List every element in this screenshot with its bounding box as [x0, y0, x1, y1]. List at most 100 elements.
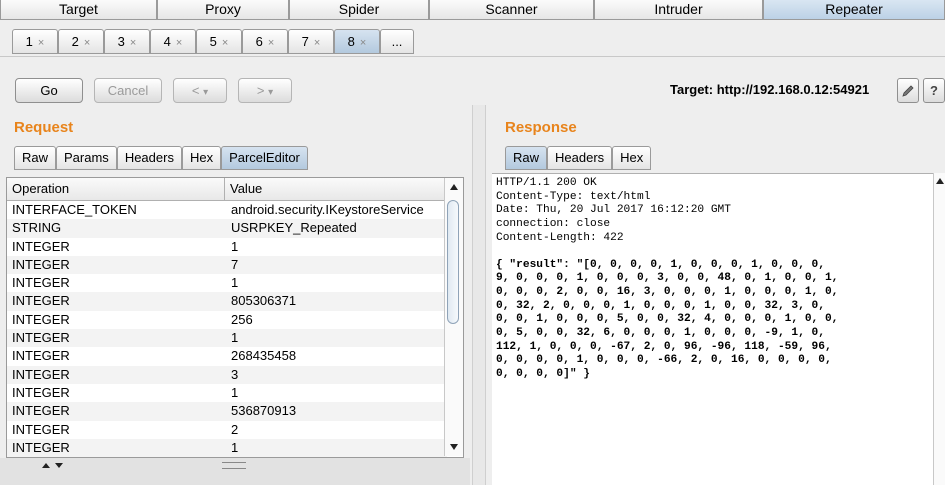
operation-cell[interactable]: INTEGER	[7, 292, 225, 310]
more-tabs-button[interactable]: ...	[380, 29, 414, 54]
value-cell[interactable]: 256	[225, 311, 253, 329]
repeater-tab-5[interactable]: 5 ×	[196, 29, 242, 54]
scrollbar-thumb[interactable]	[447, 200, 459, 324]
value-cell[interactable]: 1	[225, 439, 238, 457]
table-row[interactable]: STRING USRPKEY_Repeated	[7, 219, 447, 238]
forward-button[interactable]: > ▾	[238, 78, 292, 103]
scroll-down-icon[interactable]	[445, 438, 463, 456]
operation-cell[interactable]: INTEGER	[7, 384, 225, 402]
operation-cell[interactable]: INTEGER	[7, 274, 225, 292]
operation-cell[interactable]: STRING	[7, 219, 225, 237]
close-icon[interactable]: ×	[314, 37, 320, 49]
close-icon[interactable]: ×	[130, 37, 136, 49]
operation-cell[interactable]: INTEGER	[7, 366, 225, 384]
value-cell[interactable]: 7	[225, 256, 238, 274]
request-title: Request	[14, 119, 74, 136]
close-icon[interactable]: ×	[360, 37, 366, 49]
operation-cell[interactable]: INTEGER	[7, 439, 225, 457]
close-icon[interactable]: ×	[84, 37, 90, 49]
help-button[interactable]: ?	[923, 78, 945, 103]
value-cell[interactable]: USRPKEY_Repeated	[225, 219, 357, 237]
table-row[interactable]: INTEGER 1	[7, 438, 447, 457]
tab-raw[interactable]: Raw	[505, 146, 548, 170]
table-row[interactable]: INTEGER 268435458	[7, 347, 447, 365]
tab-hex[interactable]: Hex	[181, 146, 222, 170]
tab-raw[interactable]: Raw	[14, 146, 57, 170]
tab-number: 7	[301, 34, 309, 49]
scroll-up-icon[interactable]	[445, 178, 463, 196]
tab-proxy[interactable]: Proxy	[157, 0, 289, 20]
operation-cell[interactable]: INTEGER	[7, 256, 225, 274]
tab-number: 6	[255, 34, 263, 49]
operation-cell[interactable]: INTEGER	[7, 402, 225, 420]
operation-cell[interactable]: INTEGER	[7, 329, 225, 347]
edit-target-button[interactable]	[897, 78, 919, 103]
table-row[interactable]: INTEGER 1	[7, 384, 447, 402]
table-row[interactable]: INTEGER 256	[7, 311, 447, 329]
table-row[interactable]: INTEGER 805306371	[7, 292, 447, 311]
table-row[interactable]: INTEGER 1	[7, 329, 447, 348]
response-raw-text[interactable]: HTTP/1.1 200 OK Content-Type: text/html …	[492, 173, 933, 485]
table-row[interactable]: INTEGER 3	[7, 365, 447, 384]
repeater-tab-4[interactable]: 4 ×	[150, 29, 196, 54]
table-row[interactable]: INTEGER 1	[7, 274, 447, 292]
value-cell[interactable]: 1	[225, 384, 238, 402]
table-row[interactable]: INTEGER 536870913	[7, 402, 447, 421]
scroll-up-icon[interactable]	[934, 173, 945, 189]
pane-splitter[interactable]	[472, 105, 486, 485]
operation-cell[interactable]: INTEGER	[7, 311, 225, 329]
tab-spider[interactable]: Spider	[289, 0, 429, 20]
response-scrollbar[interactable]	[933, 173, 945, 485]
tab-intruder[interactable]: Intruder	[594, 0, 763, 20]
table-row[interactable]: INTEGER 1	[7, 238, 447, 256]
operation-cell[interactable]: INTEGER	[7, 347, 225, 365]
value-cell[interactable]: 1	[225, 329, 238, 347]
close-icon[interactable]: ×	[176, 37, 182, 49]
column-value[interactable]: Value	[225, 178, 262, 200]
splitter-grip-icon[interactable]	[222, 462, 246, 469]
column-operation[interactable]: Operation	[7, 178, 225, 200]
tab-parcel-editor[interactable]: ParcelEditor	[221, 146, 308, 170]
table-row[interactable]: INTEGER 7	[7, 255, 447, 275]
chevron-down-icon[interactable]: ▾	[268, 87, 273, 98]
tab-scanner[interactable]: Scanner	[429, 0, 594, 20]
tab-target[interactable]: Target	[0, 0, 157, 20]
value-cell[interactable]: 805306371	[225, 292, 296, 310]
tab-number: 1	[25, 34, 33, 49]
value-cell[interactable]: 2	[225, 421, 238, 439]
target-label: Target: http://192.168.0.12:54921	[670, 82, 870, 97]
value-cell[interactable]: 1	[225, 274, 238, 292]
chevron-down-icon[interactable]: ▾	[203, 87, 208, 98]
go-button[interactable]: Go	[15, 78, 83, 103]
repeater-tab-6[interactable]: 6 ×	[242, 29, 288, 54]
response-headers: HTTP/1.1 200 OK Content-Type: text/html …	[496, 177, 731, 244]
operation-cell[interactable]: INTEGER	[7, 238, 225, 256]
value-cell[interactable]: 536870913	[225, 402, 296, 420]
value-cell[interactable]: android.security.IKeystoreService	[225, 201, 424, 219]
value-cell[interactable]: 268435458	[225, 347, 296, 365]
operation-cell[interactable]: INTEGER	[7, 421, 225, 439]
tab-number: 8	[347, 34, 355, 49]
repeater-tab-1[interactable]: 1 ×	[12, 29, 58, 54]
back-button[interactable]: < ▾	[173, 78, 227, 103]
request-tab-bar: Raw Params Headers Hex ParcelEditor	[14, 146, 308, 170]
tab-params[interactable]: Params	[56, 146, 117, 170]
tab-headers[interactable]: Headers	[116, 146, 182, 170]
table-row[interactable]: INTERFACE_TOKEN android.security.IKeystor…	[7, 201, 447, 219]
table-row[interactable]: INTEGER 2	[7, 421, 447, 439]
value-cell[interactable]: 3	[225, 366, 238, 384]
tab-repeater[interactable]: Repeater	[763, 0, 945, 20]
repeater-tab-2[interactable]: 2 ×	[58, 29, 104, 54]
value-cell[interactable]: 1	[225, 238, 238, 256]
repeater-tab-7[interactable]: 7 ×	[288, 29, 334, 54]
repeater-tab-3[interactable]: 3 ×	[104, 29, 150, 54]
operation-cell[interactable]: INTERFACE_TOKEN	[7, 201, 225, 219]
tab-hex[interactable]: Hex	[612, 146, 652, 170]
close-icon[interactable]: ×	[38, 37, 44, 49]
tab-headers[interactable]: Headers	[547, 146, 613, 170]
collapse-arrows-icon[interactable]	[40, 461, 66, 469]
cancel-button[interactable]: Cancel	[94, 78, 162, 103]
close-icon[interactable]: ×	[268, 37, 274, 49]
repeater-tab-8[interactable]: 8 ×	[334, 29, 380, 54]
close-icon[interactable]: ×	[222, 37, 228, 49]
